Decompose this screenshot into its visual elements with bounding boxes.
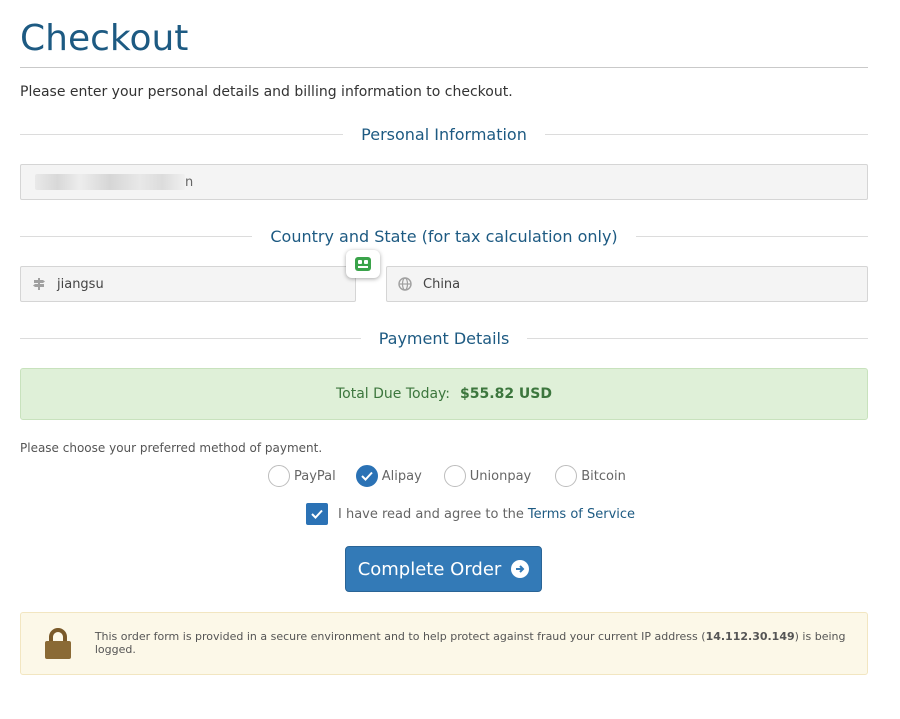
ip-address: 14.112.30.149 [705, 630, 795, 643]
payment-option-bitcoin[interactable]: Bitcoin [555, 465, 626, 487]
divider [20, 133, 344, 135]
lock-icon [21, 613, 95, 674]
location-heading: Country and State (for tax calculation o… [20, 224, 869, 248]
robot-icon[interactable] [346, 250, 380, 278]
title-divider [20, 67, 868, 68]
country-field[interactable]: China [386, 266, 868, 302]
agree-checkbox[interactable] [306, 503, 328, 525]
state-value: jiangsu [57, 276, 104, 292]
country-value: China [423, 276, 461, 292]
section-label: Payment Details [378, 328, 510, 348]
payment-option-unionpay[interactable]: Unionpay [443, 465, 532, 487]
personal-info-heading: Personal Information [20, 122, 868, 146]
signpost-icon [21, 277, 57, 291]
divider [20, 337, 361, 339]
payment-prompt: Please choose your preferred method of p… [20, 441, 323, 455]
payment-option-paypal[interactable]: PayPal [268, 465, 336, 487]
divider [527, 337, 869, 339]
total-amount: $55.82 USD [460, 386, 553, 402]
security-message: This order form is provided in a secure … [95, 613, 867, 656]
section-label: Personal Information [361, 124, 527, 144]
payment-option-alipay[interactable]: Alipay [355, 465, 422, 487]
payment-option-label: Alipay [381, 468, 422, 484]
email-field[interactable]: n [20, 164, 868, 200]
radio-button-selected[interactable] [355, 465, 378, 487]
divider [20, 235, 253, 237]
radio-button[interactable] [268, 465, 290, 487]
section-label: Country and State (for tax calculation o… [270, 226, 618, 246]
email-value-suffix: n [185, 174, 194, 190]
radio-button[interactable] [443, 465, 466, 487]
globe-icon [387, 277, 423, 291]
security-message-start: This order form is provided in a secure … [94, 630, 706, 643]
check-icon [311, 509, 323, 519]
payment-heading: Payment Details [20, 326, 869, 350]
agree-text: I have read and agree to the [338, 506, 524, 522]
divider [544, 133, 868, 135]
payment-option-label: Bitcoin [581, 468, 626, 484]
complete-order-button[interactable]: Complete Order [345, 546, 542, 592]
radio-button[interactable] [555, 465, 578, 487]
terms-agreement: I have read and agree to the Terms of Se… [306, 503, 635, 525]
page-title: Checkout [20, 18, 189, 59]
payment-option-label: PayPal [294, 468, 336, 484]
complete-order-label: Complete Order [357, 558, 502, 580]
arrow-circle-right-icon [511, 560, 530, 578]
payment-option-label: Unionpay [469, 468, 532, 484]
divider [635, 235, 869, 237]
redacted-value [35, 174, 185, 190]
security-notice: This order form is provided in a secure … [20, 612, 868, 675]
intro-text: Please enter your personal details and b… [20, 84, 513, 100]
state-field[interactable]: jiangsu [20, 266, 356, 302]
total-label: Total Due Today: [335, 386, 451, 402]
payment-method-group: PayPal Alipay Unionpay Bitcoin [268, 465, 626, 487]
terms-of-service-link[interactable]: Terms of Service [528, 507, 635, 522]
total-due-panel: Total Due Today: $55.82 USD [20, 368, 868, 420]
check-icon [361, 471, 373, 481]
